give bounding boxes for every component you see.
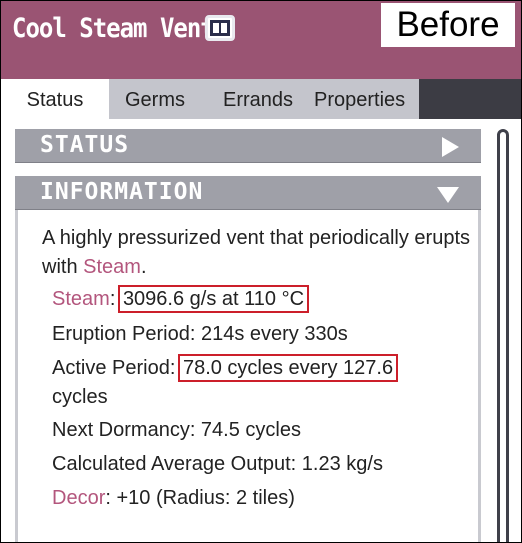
decor-row: Decor: +10 (Radius: 2 tiles) <box>52 484 295 513</box>
steam-output-value: 3096.6 g/s at 110 °C <box>117 285 310 313</box>
title-bar: Cool Steam Vent Before <box>1 1 521 79</box>
next-dormancy-row: Next Dormancy: 74.5 cycles <box>52 419 301 441</box>
active-period-value: 78.0 cycles every 127.6 <box>177 354 399 382</box>
status-section-title: STATUS <box>40 132 130 158</box>
steam-output-row: Steam: 3096.6 g/s at 110 °C <box>52 285 310 314</box>
tab-germs[interactable]: Germs <box>125 79 185 119</box>
description-end: . <box>140 256 147 278</box>
geyser-description: A highly pressurized vent that periodica… <box>42 224 472 282</box>
details-panel: STATUS INFORMATION A highly pressurized … <box>1 119 521 542</box>
window-title: Cool Steam Vent <box>12 13 215 44</box>
tab-properties[interactable]: Properties <box>314 79 405 119</box>
codex-book-icon[interactable] <box>205 15 235 41</box>
expand-arrow-icon[interactable] <box>442 137 459 157</box>
decor-value: : +10 (Radius: 2 tiles) <box>105 487 295 509</box>
collapse-arrow-icon[interactable] <box>437 187 459 203</box>
active-period-label: Active Period: <box>52 357 181 379</box>
active-period-row: Active Period: 78.0 cycles every 127.6 <box>52 354 399 383</box>
information-section-header[interactable]: INFORMATION <box>15 176 481 210</box>
average-output-row: Calculated Average Output: 1.23 kg/s <box>52 453 383 475</box>
steam-label-link[interactable]: Steam <box>52 288 110 310</box>
decor-label-link[interactable]: Decor <box>52 487 105 509</box>
tab-errands[interactable]: Errands <box>223 79 293 119</box>
screenshot-frame: Cool Steam Vent Before Status Germs Erra… <box>0 0 522 543</box>
before-annotation-label: Before <box>381 3 515 47</box>
vertical-scrollbar[interactable] <box>495 129 511 542</box>
tab-bar: Status Germs Errands Properties <box>1 79 521 119</box>
status-section-header[interactable]: STATUS <box>15 129 481 163</box>
information-section-title: INFORMATION <box>40 179 204 205</box>
eruption-period-row: Eruption Period: 214s every 330s <box>52 323 348 345</box>
steam-link[interactable]: Steam <box>83 256 141 278</box>
active-period-continuation: cycles <box>52 386 108 408</box>
steam-separator: : <box>109 288 121 310</box>
tab-status[interactable]: Status <box>1 79 109 119</box>
scrollbar-thumb[interactable] <box>497 129 509 542</box>
information-section-body: A highly pressurized vent that periodica… <box>15 210 481 542</box>
